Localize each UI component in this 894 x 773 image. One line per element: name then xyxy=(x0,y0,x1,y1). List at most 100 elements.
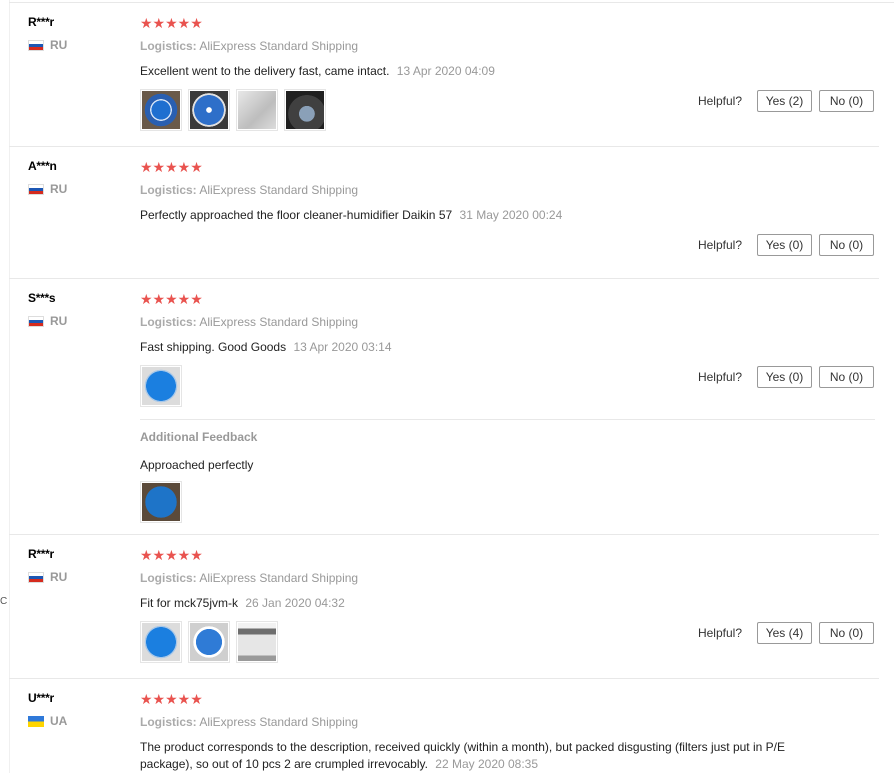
review-item: U***r UA ★★★★★ Logistics: AliExpress Sta… xyxy=(9,679,879,773)
review-date: 13 Apr 2020 04:09 xyxy=(396,64,495,78)
review-photo-thumbnail[interactable] xyxy=(188,621,230,663)
review-body: ★★★★★ Logistics: AliExpress Standard Shi… xyxy=(140,691,800,773)
reviewer-name: S***s xyxy=(28,291,56,305)
helpful-yes-button[interactable]: Yes (4) xyxy=(757,622,812,644)
reviewer-info: A***n RU xyxy=(28,159,67,196)
helpful-yes-button[interactable]: Yes (2) xyxy=(757,90,812,112)
photo-image xyxy=(238,91,276,129)
country-code: RU xyxy=(50,314,68,328)
helpful-yes-button[interactable]: Yes (0) xyxy=(757,234,812,256)
helpful-voting: Helpful? Yes (2) No (0) xyxy=(698,90,874,112)
photo-image xyxy=(190,623,228,661)
photo-image xyxy=(142,367,180,405)
helpful-no-button[interactable]: No (0) xyxy=(819,366,874,388)
reviewer-country: RU xyxy=(28,314,67,328)
review-photo-thumbnail[interactable] xyxy=(140,89,182,131)
photo-image xyxy=(142,91,180,129)
country-code: RU xyxy=(50,182,68,196)
reviewer-name: R***r xyxy=(28,15,54,29)
additional-feedback-photos xyxy=(140,481,875,523)
review-photo-thumbnail[interactable] xyxy=(140,365,182,407)
russia-flag-icon xyxy=(28,183,44,195)
helpful-label: Helpful? xyxy=(697,626,742,640)
star-rating: ★★★★★ xyxy=(140,159,203,175)
helpful-no-button[interactable]: No (0) xyxy=(819,90,874,112)
logistics-line: Logistics: AliExpress Standard Shipping xyxy=(140,183,875,197)
logistics-label: Logistics: xyxy=(140,715,197,729)
helpful-no-button[interactable]: No (0) xyxy=(819,622,874,644)
reviewer-country: RU xyxy=(28,38,67,52)
review-photo-thumbnail[interactable] xyxy=(140,621,182,663)
review-item: R***r RU ★★★★★ Logistics: AliExpress Sta… xyxy=(9,3,879,147)
logistics-line: Logistics: AliExpress Standard Shipping xyxy=(140,39,875,53)
review-text: Fit for mck75jvm-k xyxy=(140,596,239,610)
review-photo-thumbnail[interactable] xyxy=(236,89,278,131)
logistics-line: Logistics: AliExpress Standard Shipping xyxy=(140,715,800,729)
logistics-line: Logistics: AliExpress Standard Shipping xyxy=(140,315,875,329)
reviewer-info: R***r RU xyxy=(28,15,67,52)
logistics-label: Logistics: xyxy=(140,183,197,197)
helpful-label: Helpful? xyxy=(697,370,742,384)
review-photo-thumbnail[interactable] xyxy=(236,621,278,663)
logistics-value: AliExpress Standard Shipping xyxy=(199,571,359,585)
review-photo-thumbnail[interactable] xyxy=(284,89,326,131)
additional-feedback-text: Approached perfectly xyxy=(140,458,254,472)
review-photo-thumbnail[interactable] xyxy=(188,89,230,131)
russia-flag-icon xyxy=(28,315,44,327)
review-body: ★★★★★ Logistics: AliExpress Standard Shi… xyxy=(140,291,875,523)
review-body: ★★★★★ Logistics: AliExpress Standard Shi… xyxy=(140,159,875,224)
review-text: Excellent went to the delivery fast, cam… xyxy=(140,64,390,78)
photo-image xyxy=(142,483,180,521)
star-rating: ★★★★★ xyxy=(140,691,203,707)
logistics-line: Logistics: AliExpress Standard Shipping xyxy=(140,571,875,585)
logistics-value: AliExpress Standard Shipping xyxy=(199,183,359,197)
review-item: A***n RU ★★★★★ Logistics: AliExpress Sta… xyxy=(9,147,879,279)
country-code: RU xyxy=(50,570,68,584)
photo-image xyxy=(286,91,324,129)
review-text: Perfectly approached the floor cleaner-h… xyxy=(140,208,453,222)
reviewer-country: RU xyxy=(28,570,67,584)
helpful-voting: Helpful? Yes (4) No (0) xyxy=(698,622,874,644)
star-rating: ★★★★★ xyxy=(140,291,203,307)
reviewer-country: UA xyxy=(28,714,67,728)
logistics-value: AliExpress Standard Shipping xyxy=(199,39,359,53)
helpful-yes-button[interactable]: Yes (0) xyxy=(757,366,812,388)
review-photo-thumbnail[interactable] xyxy=(140,481,182,523)
country-code: RU xyxy=(50,38,68,52)
logistics-value: AliExpress Standard Shipping xyxy=(199,315,359,329)
review-date: 31 May 2020 00:24 xyxy=(459,208,563,222)
review-text-line: Fast shipping. Good Goods 13 Apr 2020 03… xyxy=(140,339,875,356)
logistics-label: Logistics: xyxy=(140,571,197,585)
review-item: R***r RU ★★★★★ Logistics: AliExpress Sta… xyxy=(9,535,879,679)
ukraine-flag-icon xyxy=(28,715,44,727)
helpful-voting: Helpful? Yes (0) No (0) xyxy=(698,366,874,388)
review-date: 26 Jan 2020 04:32 xyxy=(245,596,345,610)
review-text: Fast shipping. Good Goods xyxy=(140,340,287,354)
reviewer-name: R***r xyxy=(28,547,54,561)
logistics-label: Logistics: xyxy=(140,39,197,53)
reviewer-info: R***r RU xyxy=(28,547,67,584)
reviewer-name: U***r xyxy=(28,691,54,705)
star-rating: ★★★★★ xyxy=(140,15,203,31)
photo-image xyxy=(238,623,276,661)
helpful-voting: Helpful? Yes (0) No (0) xyxy=(698,234,874,256)
logistics-value: AliExpress Standard Shipping xyxy=(199,715,359,729)
review-item: S***s RU ★★★★★ Logistics: AliExpress Sta… xyxy=(9,279,879,535)
review-text-line: Excellent went to the delivery fast, cam… xyxy=(140,63,875,80)
helpful-label: Helpful? xyxy=(697,238,742,252)
reviewer-info: S***s RU xyxy=(28,291,67,328)
helpful-label: Helpful? xyxy=(697,94,742,108)
reviewer-country: RU xyxy=(28,182,67,196)
review-text-line: The product corresponds to the descripti… xyxy=(140,739,800,773)
review-text-line: Perfectly approached the floor cleaner-h… xyxy=(140,207,875,224)
photo-image xyxy=(142,623,180,661)
cut-off-side-label: C xyxy=(0,596,8,607)
reviewer-info: U***r UA xyxy=(28,691,67,728)
review-body: ★★★★★ Logistics: AliExpress Standard Shi… xyxy=(140,547,875,663)
logistics-label: Logistics: xyxy=(140,315,197,329)
additional-feedback-title: Additional Feedback xyxy=(140,430,258,444)
russia-flag-icon xyxy=(28,571,44,583)
country-code: UA xyxy=(50,714,68,728)
review-text-line: Fit for mck75jvm-k 26 Jan 2020 04:32 xyxy=(140,595,875,612)
helpful-no-button[interactable]: No (0) xyxy=(819,234,874,256)
